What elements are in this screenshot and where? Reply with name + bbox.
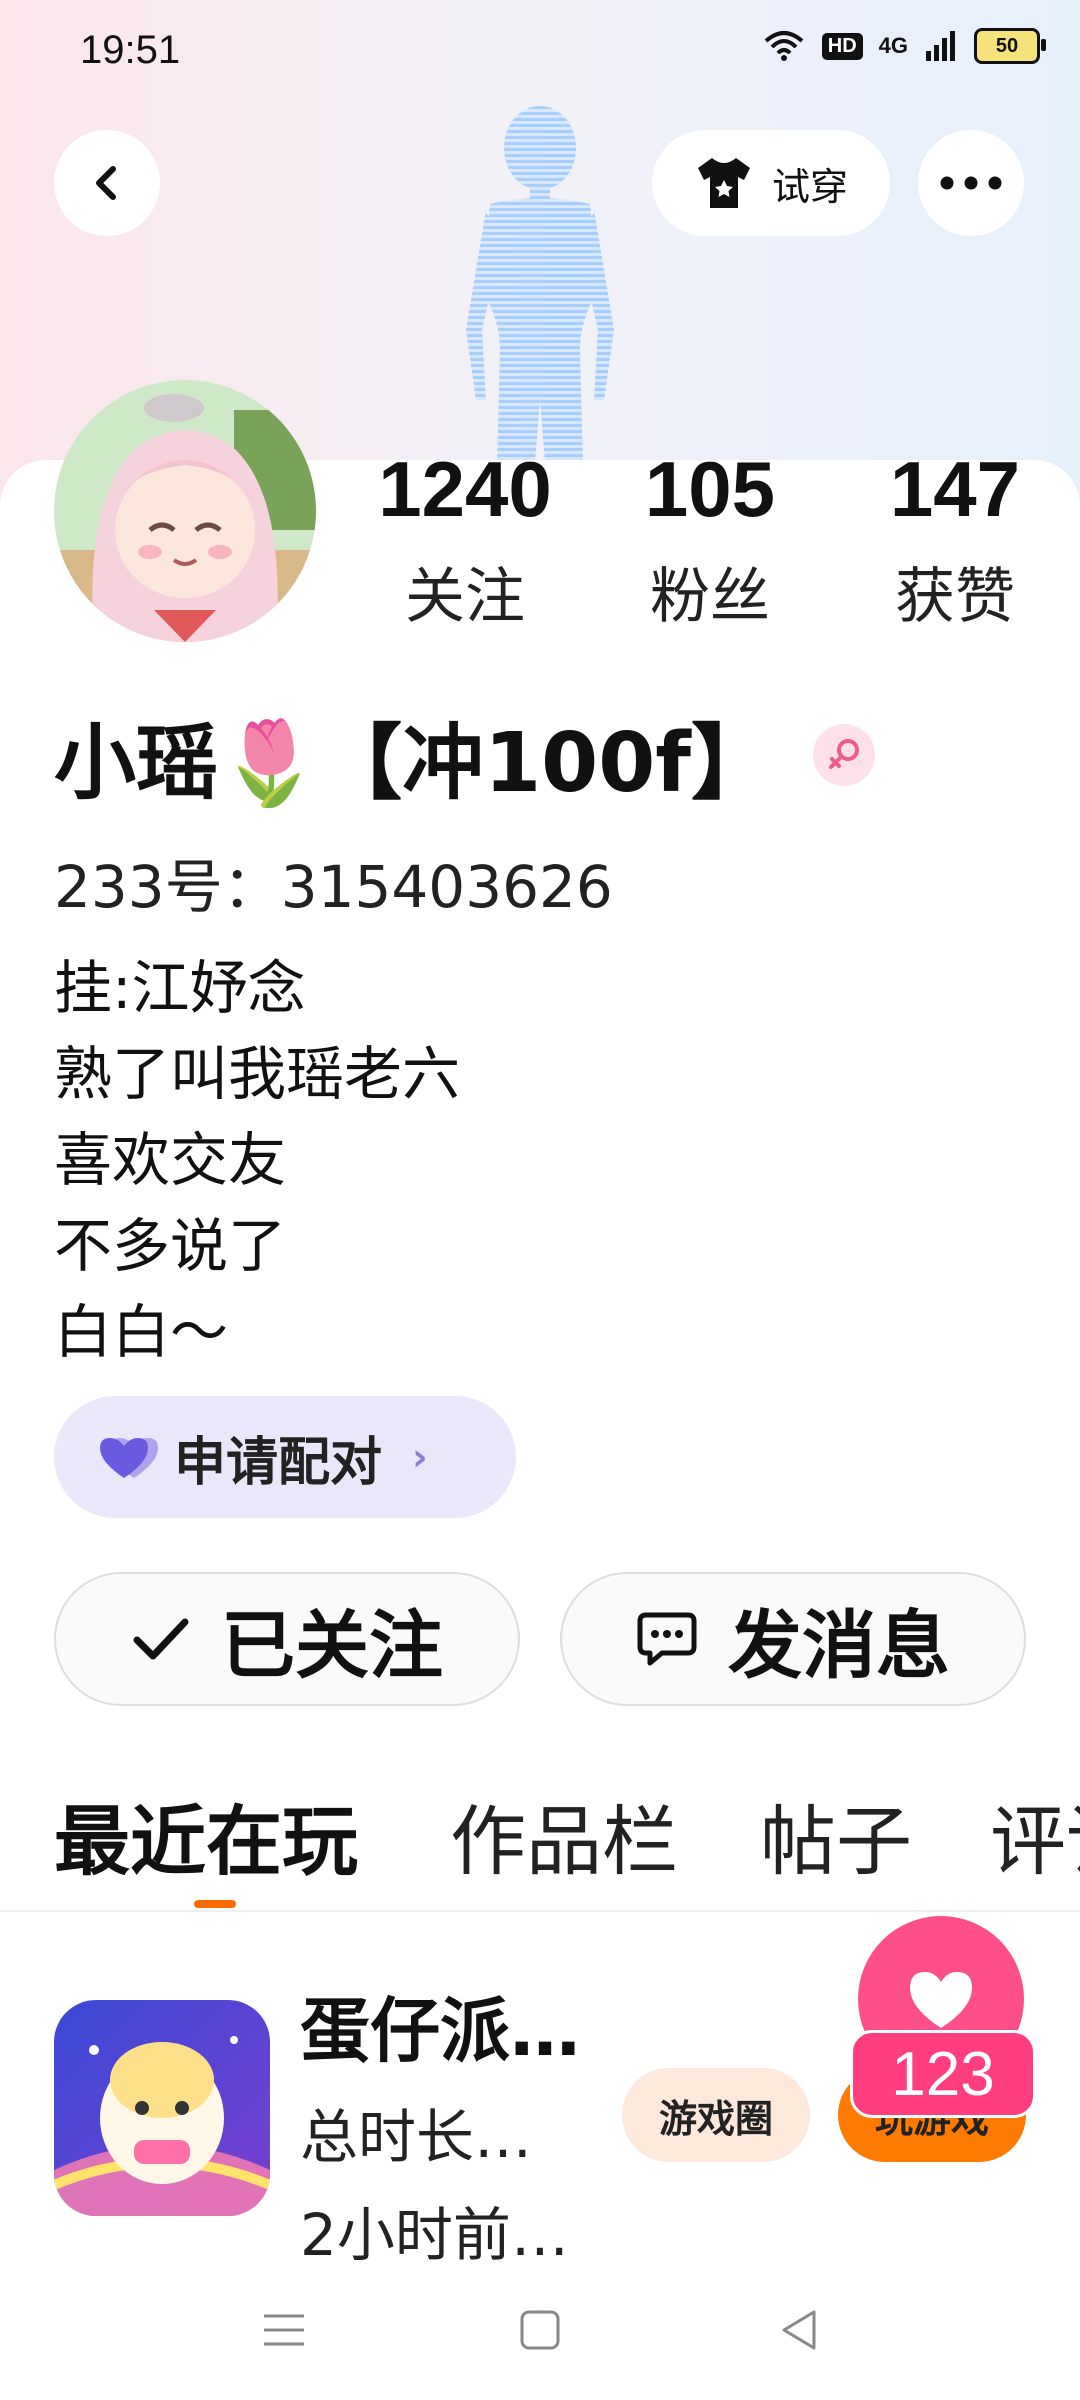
more-dots-icon xyxy=(940,176,1002,190)
signal-icon xyxy=(926,31,955,61)
bio-line: 喜欢交友 xyxy=(54,1126,287,1194)
double-heart-icon xyxy=(100,1438,158,1478)
menu-icon[interactable] xyxy=(254,2300,314,2360)
game-duration: 总时长… xyxy=(300,2103,533,2171)
like-count-badge: 123 xyxy=(850,2030,1036,2118)
heart-icon xyxy=(910,1972,972,2028)
bio-line: 不多说了 xyxy=(54,1212,287,1280)
request-pair-label: 申请配对 xyxy=(174,1432,383,1493)
chevron-right-icon: › xyxy=(412,1435,428,1479)
game-info[interactable]: 蛋仔派… 总时长… 2小时前… xyxy=(300,1975,580,2272)
tab-posts[interactable]: 帖子 xyxy=(760,1780,912,1890)
female-icon xyxy=(812,724,875,786)
divider xyxy=(0,1910,1080,1912)
avatar-image xyxy=(54,380,316,642)
tab-works[interactable]: 作品栏 xyxy=(450,1780,678,1890)
status-bar: 19:51 HD 4G 50 xyxy=(0,0,1080,100)
send-message-button[interactable]: 发消息 xyxy=(560,1572,1026,1706)
following-label: 关注 xyxy=(405,562,525,632)
game-circle-button[interactable]: 游戏圈 xyxy=(622,2068,810,2162)
status-time: 19:51 xyxy=(80,28,181,72)
likes-stat[interactable]: 147 获赞 xyxy=(860,450,1050,635)
bio-line: 熟了叫我瑶老六 xyxy=(54,1040,461,1108)
likes-label: 获赞 xyxy=(895,562,1015,632)
name-row: 小瑶🌷【冲100f】 xyxy=(54,700,875,811)
bio: 挂:江妤念 熟了叫我瑶老六 喜欢交友 不多说了 白白～ xyxy=(54,945,460,1375)
battery-level: 50 xyxy=(995,34,1019,57)
followers-label: 粉丝 xyxy=(650,562,770,632)
active-tab-indicator xyxy=(194,1900,236,1908)
user-id: 233号：315403626 xyxy=(54,853,613,921)
avatar[interactable] xyxy=(54,380,316,642)
request-pair-button[interactable]: 申请配对 › xyxy=(54,1396,516,1518)
home-square-icon[interactable] xyxy=(510,2300,570,2360)
profile-tabs: 最近在玩 作品栏 帖子 评论 xyxy=(54,1780,1080,1900)
tshirt-icon xyxy=(697,158,750,208)
hd-voice-badge: HD xyxy=(821,32,863,60)
following-button[interactable]: 已关注 xyxy=(54,1572,520,1706)
battery-icon: 50 xyxy=(974,28,1046,64)
followers-count: 105 xyxy=(644,445,776,533)
likes-count: 147 xyxy=(889,445,1021,533)
tab-recently-played[interactable]: 最近在玩 xyxy=(54,1780,358,1890)
bio-line: 挂:江妤念 xyxy=(54,954,306,1022)
chat-bubble-icon xyxy=(637,1612,697,1666)
game-icon-image xyxy=(54,2000,270,2216)
game-title: 蛋仔派… xyxy=(300,1990,580,2072)
system-navigation-bar xyxy=(0,2260,1080,2400)
profile-stats: 1240 关注 105 粉丝 147 获赞 xyxy=(340,450,1080,640)
back-button[interactable] xyxy=(54,130,160,236)
tab-comments[interactable]: 评论 xyxy=(990,1780,1080,1890)
status-icons: HD 4G 50 xyxy=(762,28,1046,64)
game-icon[interactable] xyxy=(54,2000,270,2216)
check-icon xyxy=(133,1618,189,1660)
try-on-label: 试穿 xyxy=(771,164,848,209)
chevron-left-icon xyxy=(96,166,116,200)
more-options-button[interactable] xyxy=(918,130,1024,236)
send-message-label: 发消息 xyxy=(728,1602,950,1689)
following-label-text: 已关注 xyxy=(221,1602,443,1689)
back-triangle-icon[interactable] xyxy=(770,2300,830,2360)
network-type: 4G xyxy=(878,33,908,58)
wifi-icon xyxy=(764,31,804,61)
3d-avatar-hologram xyxy=(466,106,614,500)
followers-stat[interactable]: 105 粉丝 xyxy=(610,450,810,635)
following-stat[interactable]: 1240 关注 xyxy=(340,450,590,635)
following-count: 1240 xyxy=(378,445,552,533)
profile-name: 小瑶🌷【冲100f】 xyxy=(54,715,773,811)
try-on-button[interactable]: 试穿 xyxy=(652,130,890,236)
bio-line: 白白～ xyxy=(54,1298,229,1366)
